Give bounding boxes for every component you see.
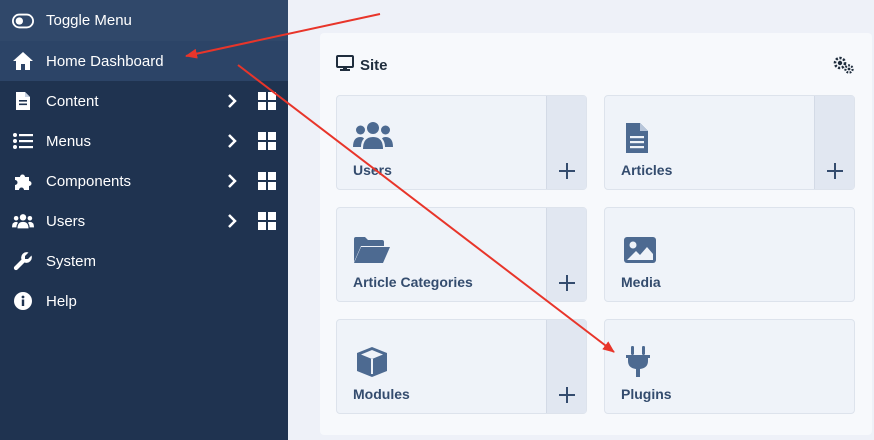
sidebar-item-label: System [46,252,97,270]
tile-media[interactable]: Media [604,207,855,302]
dashboard-grid-icon[interactable] [258,172,276,190]
file-text-icon [625,122,649,159]
users-icon [353,120,393,155]
plus-icon [558,275,575,291]
tile-label: Modules [353,386,410,402]
panel-title: Site [360,57,388,74]
wrench-icon [12,250,34,272]
tile-users[interactable]: Users [336,95,587,190]
toggle-icon [12,10,34,32]
monitor-icon [336,55,354,76]
chevron-right-icon[interactable] [224,91,240,111]
sidebar-item-label: Users [46,212,86,230]
add-category-button[interactable] [546,208,586,301]
sidebar-item-label: Content [46,92,99,110]
sidebar-item-system[interactable]: System [0,241,288,281]
toggle-menu-label: Toggle Menu [46,12,132,29]
gears-icon[interactable] [832,55,856,75]
home-icon [12,50,34,72]
plus-icon [558,387,575,403]
sidebar-item-users[interactable]: Users [0,201,288,241]
info-icon [12,290,34,312]
sidebar-item-components[interactable]: Components [0,161,288,201]
sidebar-item-help[interactable]: Help [0,281,288,321]
plus-icon [558,163,575,179]
image-icon [623,236,657,269]
tile-label: Article Categories [353,274,473,290]
sidebar-item-label: Components [46,172,132,190]
chevron-right-icon[interactable] [224,171,240,191]
tile-label: Plugins [621,386,672,402]
folder-open-icon [353,236,391,269]
add-module-button[interactable] [546,320,586,413]
sidebar-item-menus[interactable]: Menus [0,121,288,161]
dashboard-grid-icon[interactable] [258,212,276,230]
chevron-right-icon[interactable] [224,211,240,231]
sidebar-item-label: Help [46,292,77,310]
home-dashboard-label: Home Dashboard [46,52,164,70]
panel-header: Site [336,55,388,76]
toggle-menu-button[interactable]: Toggle Menu [0,0,288,41]
list-icon [12,130,34,152]
sidebar-item-label: Menus [46,132,92,150]
tile-modules[interactable]: Modules [336,319,587,414]
cube-icon [355,346,389,383]
sidebar: Toggle Menu Home Dashboard Content Menus [0,0,288,440]
plus-icon [826,163,843,179]
tile-label: Articles [621,162,673,178]
puzzle-icon [12,170,34,192]
file-icon [12,90,34,112]
dashboard-grid-icon[interactable] [258,92,276,110]
add-article-button[interactable] [814,96,854,189]
sidebar-item-content[interactable]: Content [0,81,288,121]
users-icon [12,210,34,232]
chevron-right-icon[interactable] [224,131,240,151]
tile-articles[interactable]: Articles [604,95,855,190]
tile-label: Media [621,274,661,290]
dashboard-grid-icon[interactable] [258,132,276,150]
tile-label: Users [353,162,392,178]
plug-icon [625,346,651,383]
add-user-button[interactable] [546,96,586,189]
tile-plugins[interactable]: Plugins [604,319,855,414]
tile-article-categories[interactable]: Article Categories [336,207,587,302]
sidebar-item-home-dashboard[interactable]: Home Dashboard [0,41,288,81]
